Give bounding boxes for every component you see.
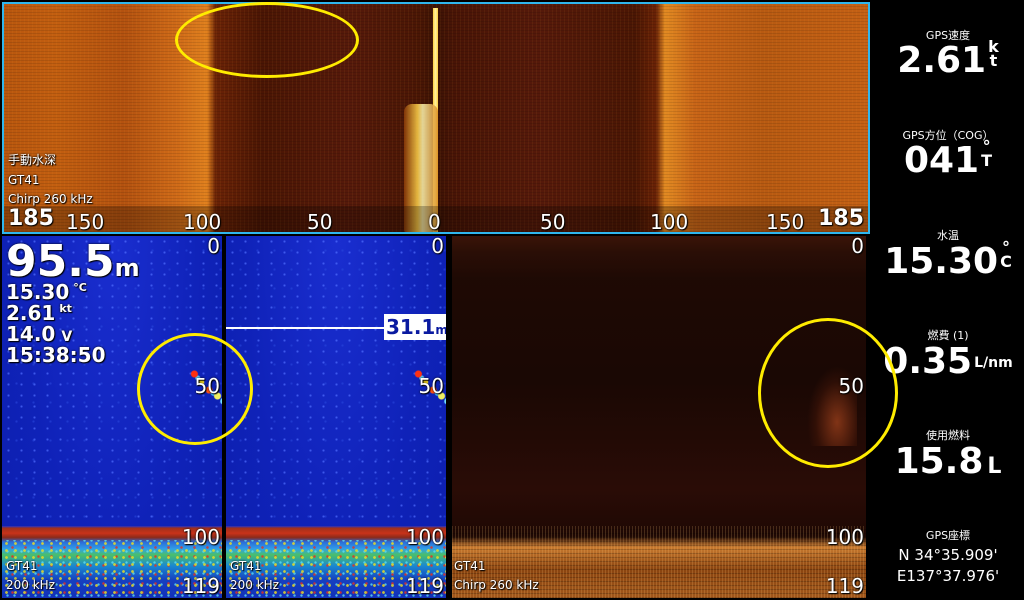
sidescan-mode-label: 手動水深	[8, 153, 57, 167]
depth-scale-100: 100	[405, 525, 444, 549]
fuel-used-unit: L	[987, 454, 1002, 479]
temp-readout: 15.30 °C	[6, 282, 87, 302]
sonar-pane-middle[interactable]: 31.1m 0 50 100 119 GT41 200 kHz	[226, 236, 446, 598]
gps-coord-label: GPS座標	[925, 529, 971, 542]
water-temp-unit: ° C	[1000, 240, 1012, 271]
depth-scale-100: 100	[825, 525, 864, 549]
cog-value: 041	[903, 140, 980, 181]
downscan-frequency: Chirp 260 kHz	[454, 578, 539, 592]
sidescan-scale-label: 0	[428, 210, 441, 234]
time-readout: 15:38:50	[6, 343, 106, 367]
gps-speed-unit: kt	[988, 39, 999, 70]
sidescan-frequency: Chirp 260 kHz	[8, 192, 93, 206]
data-panel: GPS速度 2.61 k t GPS方位（COG） 041 ° T 水温 15.30 ° C…	[872, 0, 1024, 600]
depth-readout: 95.5m	[6, 240, 140, 284]
gps-latitude: N 34°35.909'	[898, 546, 998, 564]
depth-scale-bottom: 119	[825, 574, 864, 598]
temp-unit: °C	[73, 281, 87, 294]
depth-scale-top: 0	[207, 236, 220, 258]
fuel-economy-unit: L/nm	[974, 355, 1013, 371]
highlight-circle	[758, 318, 898, 468]
sonar-transducer: GT41	[6, 559, 38, 573]
depth-scale-bottom: 119	[181, 574, 220, 598]
sonar-transducer: GT41	[230, 559, 262, 573]
downscan-transducer: GT41	[454, 559, 486, 573]
fuel-used-readout: 15.8 L	[872, 441, 1024, 482]
depth-cursor-label[interactable]: 31.1m	[384, 314, 446, 340]
gps-speed-unit-bottom: t	[989, 51, 998, 70]
speed-unit: kt	[59, 302, 72, 315]
gps-speed-value: 2.61	[897, 40, 987, 81]
gps-speed-readout: 2.61 k t	[872, 39, 1024, 82]
depth-unit: m	[114, 254, 140, 282]
depth-scale-top: 0	[431, 236, 444, 258]
cog-unit: ° T	[981, 139, 993, 170]
depth-cursor-line[interactable]	[226, 327, 384, 329]
depth-scale-bottom: 119	[405, 574, 444, 598]
sidescan-scale-label: 50	[540, 210, 566, 234]
sidescan-range-left: 185	[8, 206, 54, 231]
sidescan-scale-label: 150	[66, 210, 105, 234]
gps-longitude: E137°37.976'	[896, 567, 1000, 585]
sidescan-scale-label: 100	[183, 210, 222, 234]
highlight-circle	[175, 2, 359, 78]
cog-readout: 041 ° T	[872, 139, 1024, 182]
sonar-frequency: 200 kHz	[6, 578, 55, 592]
water-temp-unit-bottom: C	[1000, 252, 1012, 271]
sidescan-scale-label: 50	[307, 210, 333, 234]
sidescan-scale-label: 150	[766, 210, 805, 234]
depth-scale-top: 0	[851, 236, 864, 258]
depth-cursor-unit: m	[435, 323, 446, 337]
sonar-frequency: 200 kHz	[230, 578, 279, 592]
sidescan-pane[interactable]: 手動水深 GT41 Chirp 260 kHz 185 150 100 50 0…	[2, 2, 870, 234]
sidescan-range-right: 185	[818, 206, 864, 231]
speed-readout: 2.61 kt	[6, 303, 72, 323]
depth-scale-50: 50	[418, 374, 444, 398]
sidescan-transducer: GT41	[8, 173, 40, 187]
sidescan-scale-label: 100	[650, 210, 689, 234]
voltage-readout: 14.0 V	[6, 324, 72, 344]
depth-scale-100: 100	[181, 525, 220, 549]
depth-cursor-value: 31.1	[386, 315, 436, 339]
cog-unit-bottom: T	[981, 151, 993, 170]
fuel-used-value: 15.8	[894, 441, 984, 482]
highlight-circle	[137, 333, 253, 445]
downscan-surface-band	[452, 236, 866, 278]
water-temp-readout: 15.30 ° C	[872, 240, 1024, 283]
fuel-economy-value: 0.35	[883, 341, 973, 382]
water-temp-value: 15.30	[884, 241, 999, 282]
